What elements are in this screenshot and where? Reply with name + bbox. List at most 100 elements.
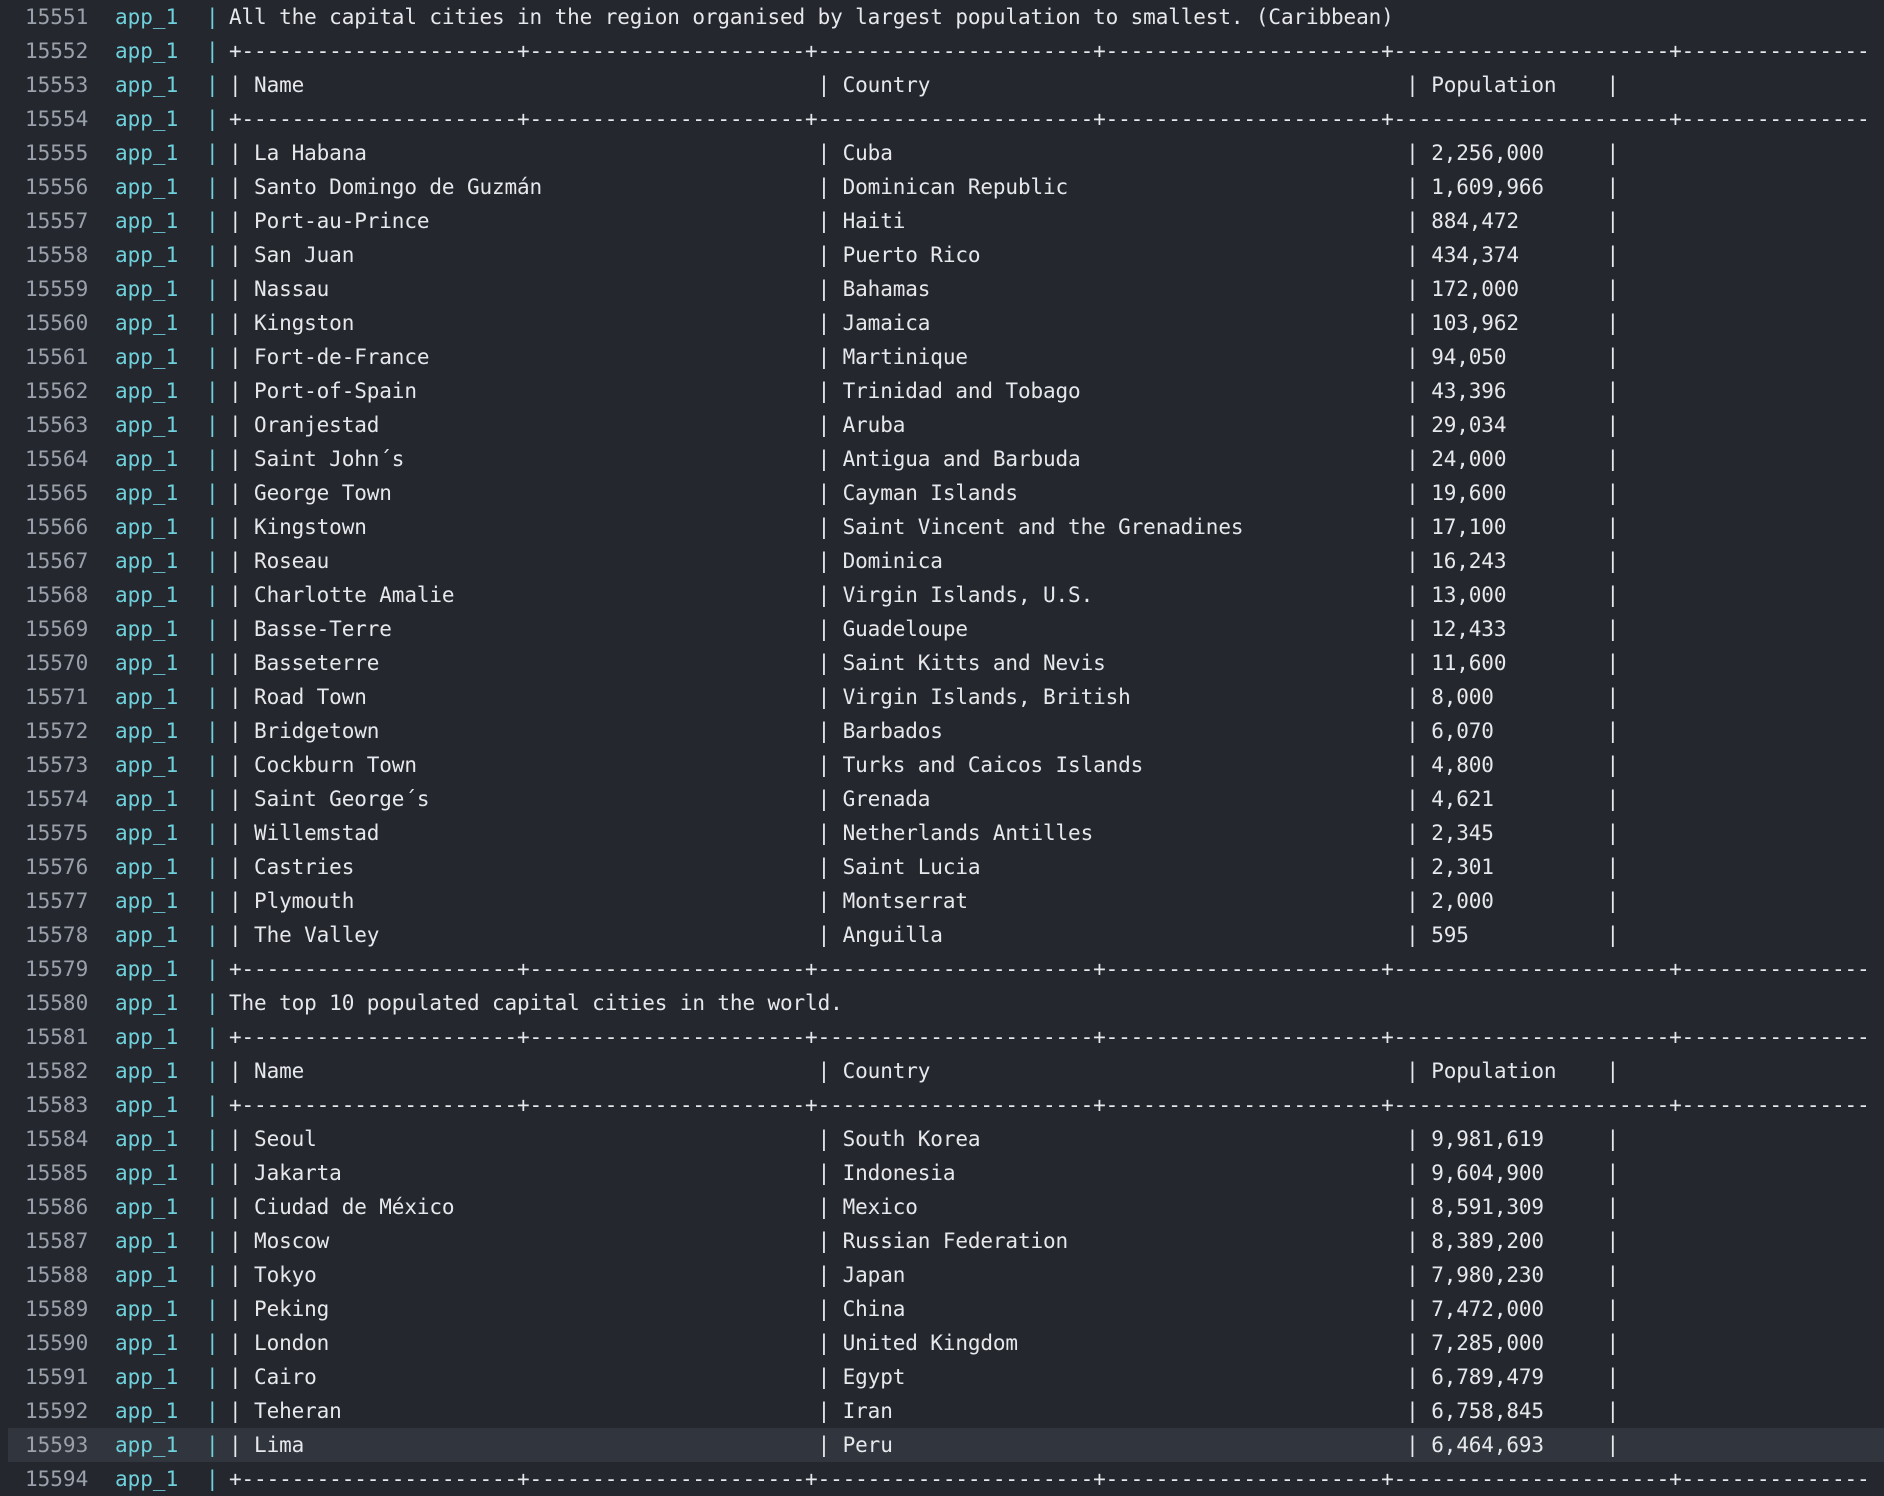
- service-name: app_1: [115, 39, 179, 63]
- log-message: | Fort-de-France | Martinique | 94,050 |: [229, 345, 1620, 369]
- log-output[interactable]: 15551 app_1 | All the capital cities in the…: [0, 0, 1884, 1496]
- log-line[interactable]: 15554 app_1 | +----------------------+-----…: [0, 102, 1884, 136]
- log-line[interactable]: 15567 app_1 | | Roseau | Dominica | 16,243 …: [0, 544, 1884, 578]
- line-number: 15552: [25, 39, 89, 63]
- log-line[interactable]: 15564 app_1 | | Saint John´s | Antigua and …: [0, 442, 1884, 476]
- service-name: app_1: [115, 1297, 179, 1321]
- service-name: app_1: [115, 413, 179, 437]
- service-name: app_1: [115, 1127, 179, 1151]
- service-separator: |: [206, 481, 219, 505]
- line-number: 15579: [25, 957, 89, 981]
- service-separator: |: [206, 243, 219, 267]
- line-number: 15568: [25, 583, 89, 607]
- log-message: | Cairo | Egypt | 6,789,479 |: [229, 1365, 1620, 1389]
- log-line[interactable]: 15573 app_1 | | Cockburn Town | Turks and C…: [0, 748, 1884, 782]
- service-name: app_1: [115, 107, 179, 131]
- log-line[interactable]: 15568 app_1 | | Charlotte Amalie | Virgin I…: [0, 578, 1884, 612]
- log-line[interactable]: 15559 app_1 | | Nassau | Bahamas | 172,000 …: [0, 272, 1884, 306]
- log-line[interactable]: 15579 app_1 | +----------------------+-----…: [0, 952, 1884, 986]
- line-number: 15582: [25, 1059, 89, 1083]
- log-line[interactable]: 15577 app_1 | | Plymouth | Montserrat | 2,0…: [0, 884, 1884, 918]
- log-line[interactable]: 15576 app_1 | | Castries | Saint Lucia | 2,…: [0, 850, 1884, 884]
- log-message: | Willemstad | Netherlands Antilles | 2,…: [229, 821, 1620, 845]
- line-number: 15575: [25, 821, 89, 845]
- line-number: 15581: [25, 1025, 89, 1049]
- log-line[interactable]: 15592 app_1 | | Teheran | Iran | 6,758,845 …: [0, 1394, 1884, 1428]
- log-line[interactable]: 15553 app_1 | | Name | Country | Population…: [0, 68, 1884, 102]
- service-name: app_1: [115, 889, 179, 913]
- log-line[interactable]: 15591 app_1 | | Cairo | Egypt | 6,789,479 |: [0, 1360, 1884, 1394]
- log-message: | Castries | Saint Lucia | 2,301 |: [229, 855, 1620, 879]
- line-number: 15569: [25, 617, 89, 641]
- service-separator: |: [206, 685, 219, 709]
- service-name: app_1: [115, 73, 179, 97]
- log-line[interactable]: 15565 app_1 | | George Town | Cayman Island…: [0, 476, 1884, 510]
- service-name: app_1: [115, 447, 179, 471]
- line-number: 15584: [25, 1127, 89, 1151]
- service-name: app_1: [115, 1093, 179, 1117]
- service-name: app_1: [115, 753, 179, 777]
- log-line[interactable]: 15589 app_1 | | Peking | China | 7,472,000 …: [0, 1292, 1884, 1326]
- log-line[interactable]: 15571 app_1 | | Road Town | Virgin Islands,…: [0, 680, 1884, 714]
- line-number: 15591: [25, 1365, 89, 1389]
- log-line[interactable]: 15575 app_1 | | Willemstad | Netherlands An…: [0, 816, 1884, 850]
- line-number: 15586: [25, 1195, 89, 1219]
- log-line[interactable]: 15552 app_1 | +----------------------+-----…: [0, 34, 1884, 68]
- log-line[interactable]: 15580 app_1 | The top 10 populated capital …: [0, 986, 1884, 1020]
- service-name: app_1: [115, 923, 179, 947]
- log-message: | Basse-Terre | Guadeloupe | 12,433 |: [229, 617, 1620, 641]
- log-line[interactable]: 15569 app_1 | | Basse-Terre | Guadeloupe | …: [0, 612, 1884, 646]
- log-line[interactable]: 15563 app_1 | | Oranjestad | Aruba | 29,034…: [0, 408, 1884, 442]
- log-message: | Cockburn Town | Turks and Caicos Islan…: [229, 753, 1620, 777]
- service-separator: |: [206, 141, 219, 165]
- service-separator: |: [206, 889, 219, 913]
- log-line[interactable]: 15572 app_1 | | Bridgetown | Barbados | 6,0…: [0, 714, 1884, 748]
- log-line[interactable]: 15585 app_1 | | Jakarta | Indonesia | 9,604…: [0, 1156, 1884, 1190]
- service-separator: |: [206, 175, 219, 199]
- log-message: | Roseau | Dominica | 16,243 |: [229, 549, 1620, 573]
- log-line[interactable]: 15582 app_1 | | Name | Country | Population…: [0, 1054, 1884, 1088]
- log-line[interactable]: 15590 app_1 | | London | United Kingdom | 7…: [0, 1326, 1884, 1360]
- service-separator: |: [206, 821, 219, 845]
- line-number: 15553: [25, 73, 89, 97]
- log-message: | Seoul | South Korea | 9,981,619 |: [229, 1127, 1620, 1151]
- service-name: app_1: [115, 5, 179, 29]
- log-line[interactable]: 15566 app_1 | | Kingstown | Saint Vincent a…: [0, 510, 1884, 544]
- service-separator: |: [206, 447, 219, 471]
- service-name: app_1: [115, 1263, 179, 1287]
- log-line[interactable]: 15586 app_1 | | Ciudad de México | Mexico |…: [0, 1190, 1884, 1224]
- log-line[interactable]: 15558 app_1 | | San Juan | Puerto Rico | 43…: [0, 238, 1884, 272]
- log-line[interactable]: 15578 app_1 | | The Valley | Anguilla | 595…: [0, 918, 1884, 952]
- log-line-selected[interactable]: 15593 app_1 | | Lima | Peru | 6,464,693 |: [8, 1428, 1884, 1462]
- log-line[interactable]: 15555 app_1 | | La Habana | Cuba | 2,256,00…: [0, 136, 1884, 170]
- log-line[interactable]: 15584 app_1 | | Seoul | South Korea | 9,981…: [0, 1122, 1884, 1156]
- log-line[interactable]: 15581 app_1 | +----------------------+-----…: [0, 1020, 1884, 1054]
- log-message: | San Juan | Puerto Rico | 434,374 |: [229, 243, 1620, 267]
- service-name: app_1: [115, 549, 179, 573]
- log-line[interactable]: 15594 app_1 | +----------------------+-----…: [0, 1462, 1884, 1496]
- log-message: | The Valley | Anguilla | 595 |: [229, 923, 1620, 947]
- service-separator: |: [206, 1467, 219, 1491]
- log-line[interactable]: 15587 app_1 | | Moscow | Russian Federation…: [0, 1224, 1884, 1258]
- log-line[interactable]: 15562 app_1 | | Port-of-Spain | Trinidad an…: [0, 374, 1884, 408]
- log-line[interactable]: 15556 app_1 | | Santo Domingo de Guzmán | D…: [0, 170, 1884, 204]
- log-message: +----------------------+----------------…: [229, 957, 1868, 981]
- log-message: +----------------------+----------------…: [229, 39, 1868, 63]
- line-number: 15564: [25, 447, 89, 471]
- log-line[interactable]: 15551 app_1 | All the capital cities in the…: [0, 0, 1884, 34]
- line-number: 15574: [25, 787, 89, 811]
- log-line[interactable]: 15561 app_1 | | Fort-de-France | Martinique…: [0, 340, 1884, 374]
- log-line[interactable]: 15588 app_1 | | Tokyo | Japan | 7,980,230 |: [0, 1258, 1884, 1292]
- line-number: 15577: [25, 889, 89, 913]
- line-number: 15562: [25, 379, 89, 403]
- service-name: app_1: [115, 685, 179, 709]
- service-name: app_1: [115, 1399, 179, 1423]
- log-line[interactable]: 15570 app_1 | | Basseterre | Saint Kitts an…: [0, 646, 1884, 680]
- line-number: 15566: [25, 515, 89, 539]
- log-line[interactable]: 15574 app_1 | | Saint George´s | Grenada | …: [0, 782, 1884, 816]
- log-line[interactable]: 15583 app_1 | +----------------------+-----…: [0, 1088, 1884, 1122]
- service-name: app_1: [115, 1059, 179, 1083]
- log-line[interactable]: 15557 app_1 | | Port-au-Prince | Haiti | 88…: [0, 204, 1884, 238]
- log-line[interactable]: 15560 app_1 | | Kingston | Jamaica | 103,96…: [0, 306, 1884, 340]
- service-name: app_1: [115, 1467, 179, 1491]
